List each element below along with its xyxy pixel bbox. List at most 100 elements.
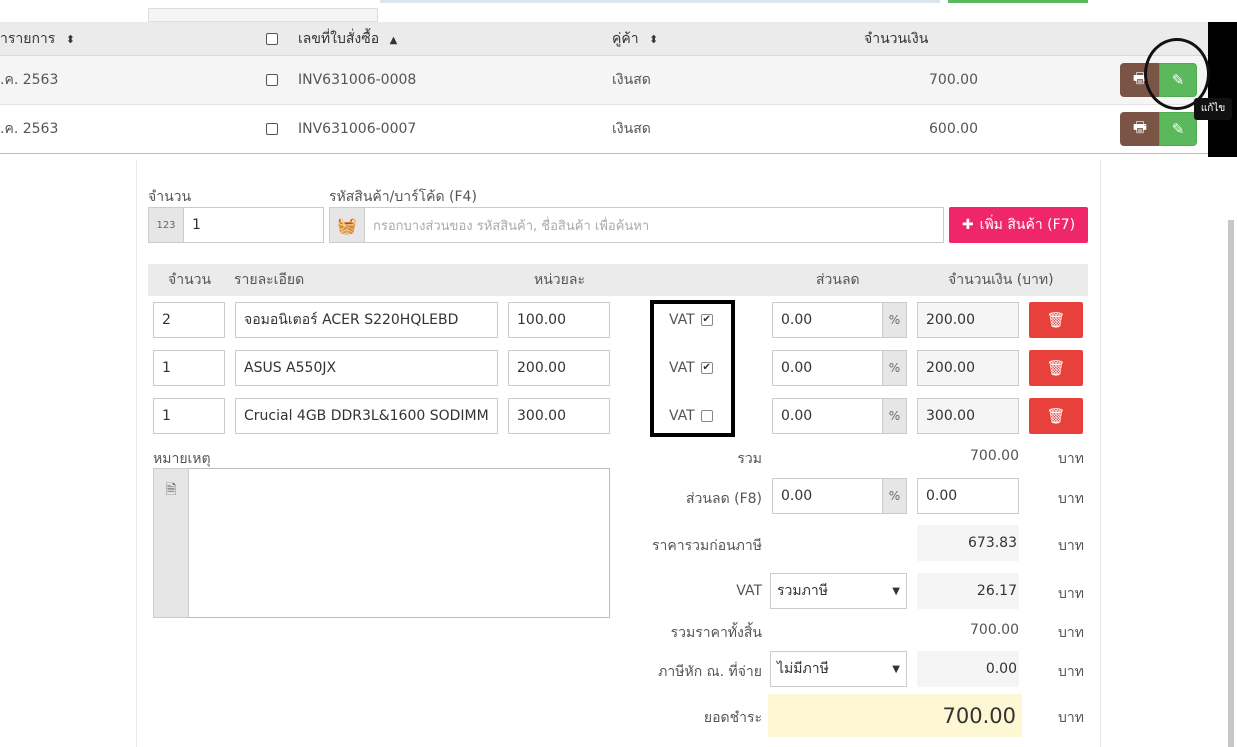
col-customer-label: คู่ค้า xyxy=(612,31,639,47)
item-price-input[interactable]: 200.00 xyxy=(508,350,610,386)
row-amount: 600.00 xyxy=(929,121,978,137)
trash-icon: 🗑 xyxy=(1046,311,1066,329)
items-col-qty: จำนวน xyxy=(168,272,212,288)
unit-label: บาท xyxy=(1058,710,1084,726)
item-qty-input[interactable]: 1 xyxy=(153,350,225,386)
note-textarea[interactable] xyxy=(153,468,610,618)
row-doc-no: INV631006-0007 xyxy=(298,121,417,137)
chevron-down-icon: ▼ xyxy=(892,585,900,597)
pay-label: ยอดชำระ xyxy=(703,710,762,726)
percent-addon: % xyxy=(882,478,907,514)
note-label: หมายเหตุ xyxy=(153,451,211,467)
select-all-checkbox[interactable] xyxy=(266,22,278,56)
pay-amount: 700.00 xyxy=(768,694,1022,737)
qty-addon-icon: 123 xyxy=(148,207,184,243)
row-date: .ค. 2563 xyxy=(0,121,59,137)
item-discount-input[interactable]: 0.00 xyxy=(772,302,883,338)
qty-label: จำนวน xyxy=(148,189,192,205)
vat-value: 26.17 xyxy=(917,573,1019,609)
unit-label: บาท xyxy=(1058,451,1084,467)
scroll-fragment xyxy=(148,8,378,22)
unit-label: บาท xyxy=(1058,538,1084,554)
wht-value-selected: ไม่มีภาษี xyxy=(777,661,829,677)
scrollbar[interactable] xyxy=(1228,220,1234,747)
basket-icon: 🧺 xyxy=(329,207,365,243)
wht-label: ภาษีหัก ณ. ที่จ่าย xyxy=(658,664,762,680)
row-checkbox[interactable] xyxy=(266,105,278,153)
bill-discount-amount-input[interactable]: 0.00 xyxy=(917,478,1019,514)
items-col-unit-price: หน่วยละ xyxy=(534,272,585,288)
qty-input[interactable]: 1 xyxy=(183,207,324,243)
edit-tooltip: แก้ไข xyxy=(1194,98,1232,120)
code-label: รหัสสินค้า/บาร์โค้ด (F4) xyxy=(329,189,477,205)
delete-item-button[interactable]: 🗑 xyxy=(1029,398,1083,434)
items-col-discount: ส่วนลด xyxy=(816,272,860,288)
document-icon: 🗎 xyxy=(153,468,189,618)
row-date: .ค. 2563 xyxy=(0,72,59,88)
trash-icon: 🗑 xyxy=(1046,407,1066,425)
chevron-down-icon: ▼ xyxy=(892,663,900,675)
vat-summary-label: VAT xyxy=(736,583,762,599)
item-detail-input[interactable]: ASUS A550JX xyxy=(235,350,498,386)
highlight-circle xyxy=(1144,38,1210,110)
items-col-amount: จำนวนเงิน (บาท) xyxy=(948,272,1054,288)
item-qty-input[interactable]: 1 xyxy=(153,398,225,434)
item-amount-field: 200.00 xyxy=(917,302,1019,338)
button-fragment xyxy=(948,0,1088,3)
col-date[interactable]: ำรายการ ⬍ xyxy=(0,22,75,56)
add-product-button[interactable]: ✚ เพิ่ม สินค้า (F7) xyxy=(949,207,1088,243)
sort-icon: ⬍ xyxy=(65,33,75,46)
row-doc-no: INV631006-0008 xyxy=(298,72,417,88)
item-discount-input[interactable]: 0.00 xyxy=(772,350,883,386)
total-value: 700.00 xyxy=(970,448,1019,464)
delete-item-button[interactable]: 🗑 xyxy=(1029,350,1083,386)
discount-label: ส่วนลด (F8) xyxy=(686,491,762,507)
items-header: จำนวน รายละเอียด หน่วยละ ส่วนลด จำนวนเงิ… xyxy=(148,264,1088,296)
item-detail-input[interactable]: จอมอนิเตอร์ ACER S220HQLEBD xyxy=(235,302,498,338)
item-discount-input[interactable]: 0.00 xyxy=(772,398,883,434)
item-detail-input[interactable]: Crucial 4GB DDR3L&1600 SODIMM xyxy=(235,398,498,434)
sort-asc-icon: ▲ xyxy=(389,35,398,46)
row-amount: 700.00 xyxy=(929,72,978,88)
wht-select[interactable]: ไม่มีภาษี ▼ xyxy=(770,651,907,687)
row-customer: เงินสด xyxy=(612,121,651,137)
vat-type-value: รวมภาษี xyxy=(777,583,828,599)
unit-label: บาท xyxy=(1058,491,1084,507)
left-gutter xyxy=(0,160,137,747)
table-row[interactable]: .ค. 2563 INV631006-0007 เงินสด 600.00 🖶 … xyxy=(0,105,1208,154)
percent-addon: % xyxy=(882,302,907,338)
items-col-detail: รายละเอียด xyxy=(234,272,305,288)
bill-discount-input[interactable]: 0.00 xyxy=(772,478,883,514)
item-price-input[interactable]: 100.00 xyxy=(508,302,610,338)
pretax-value: 673.83 xyxy=(917,525,1019,561)
total-label: รวม xyxy=(737,451,762,467)
right-gutter xyxy=(1100,160,1101,747)
col-customer[interactable]: คู่ค้า ⬍ xyxy=(612,22,658,56)
sort-icon: ⬍ xyxy=(649,33,659,46)
item-price-input[interactable]: 300.00 xyxy=(508,398,610,434)
unit-label: บาท xyxy=(1058,664,1084,680)
grand-total-value: 700.00 xyxy=(970,622,1019,638)
row-customer: เงินสด xyxy=(612,72,651,88)
vat-type-select[interactable]: รวมภาษี ▼ xyxy=(770,573,907,609)
delete-item-button[interactable]: 🗑 xyxy=(1029,302,1083,338)
col-date-label: ำรายการ xyxy=(0,31,56,47)
edit-button[interactable]: ✎ xyxy=(1159,112,1197,146)
pencil-icon: ✎ xyxy=(1171,120,1185,138)
wht-value: 0.00 xyxy=(917,651,1019,687)
unit-label: บาท xyxy=(1058,625,1084,641)
col-doc-no[interactable]: เลขที่ใบสั่งซื้อ ▲ xyxy=(298,22,397,56)
row-checkbox[interactable] xyxy=(266,56,278,104)
add-product-label: เพิ่ม สินค้า (F7) xyxy=(979,217,1076,233)
vat-highlight-box xyxy=(650,300,735,437)
item-amount-field: 300.00 xyxy=(917,398,1019,434)
percent-addon: % xyxy=(882,350,907,386)
item-qty-input[interactable]: 2 xyxy=(153,302,225,338)
print-button[interactable]: 🖶 xyxy=(1120,112,1160,146)
print-icon: 🖶 xyxy=(1132,117,1148,136)
trash-icon: 🗑 xyxy=(1046,359,1066,377)
unit-label: บาท xyxy=(1058,586,1084,602)
table-row[interactable]: .ค. 2563 INV631006-0008 เงินสด 700.00 🖶 … xyxy=(0,56,1208,105)
item-amount-field: 200.00 xyxy=(917,350,1019,386)
product-search-input[interactable]: กรอกบางส่วนของ รหัสสินค้า, ชื่อสินค้า เพ… xyxy=(364,207,944,243)
